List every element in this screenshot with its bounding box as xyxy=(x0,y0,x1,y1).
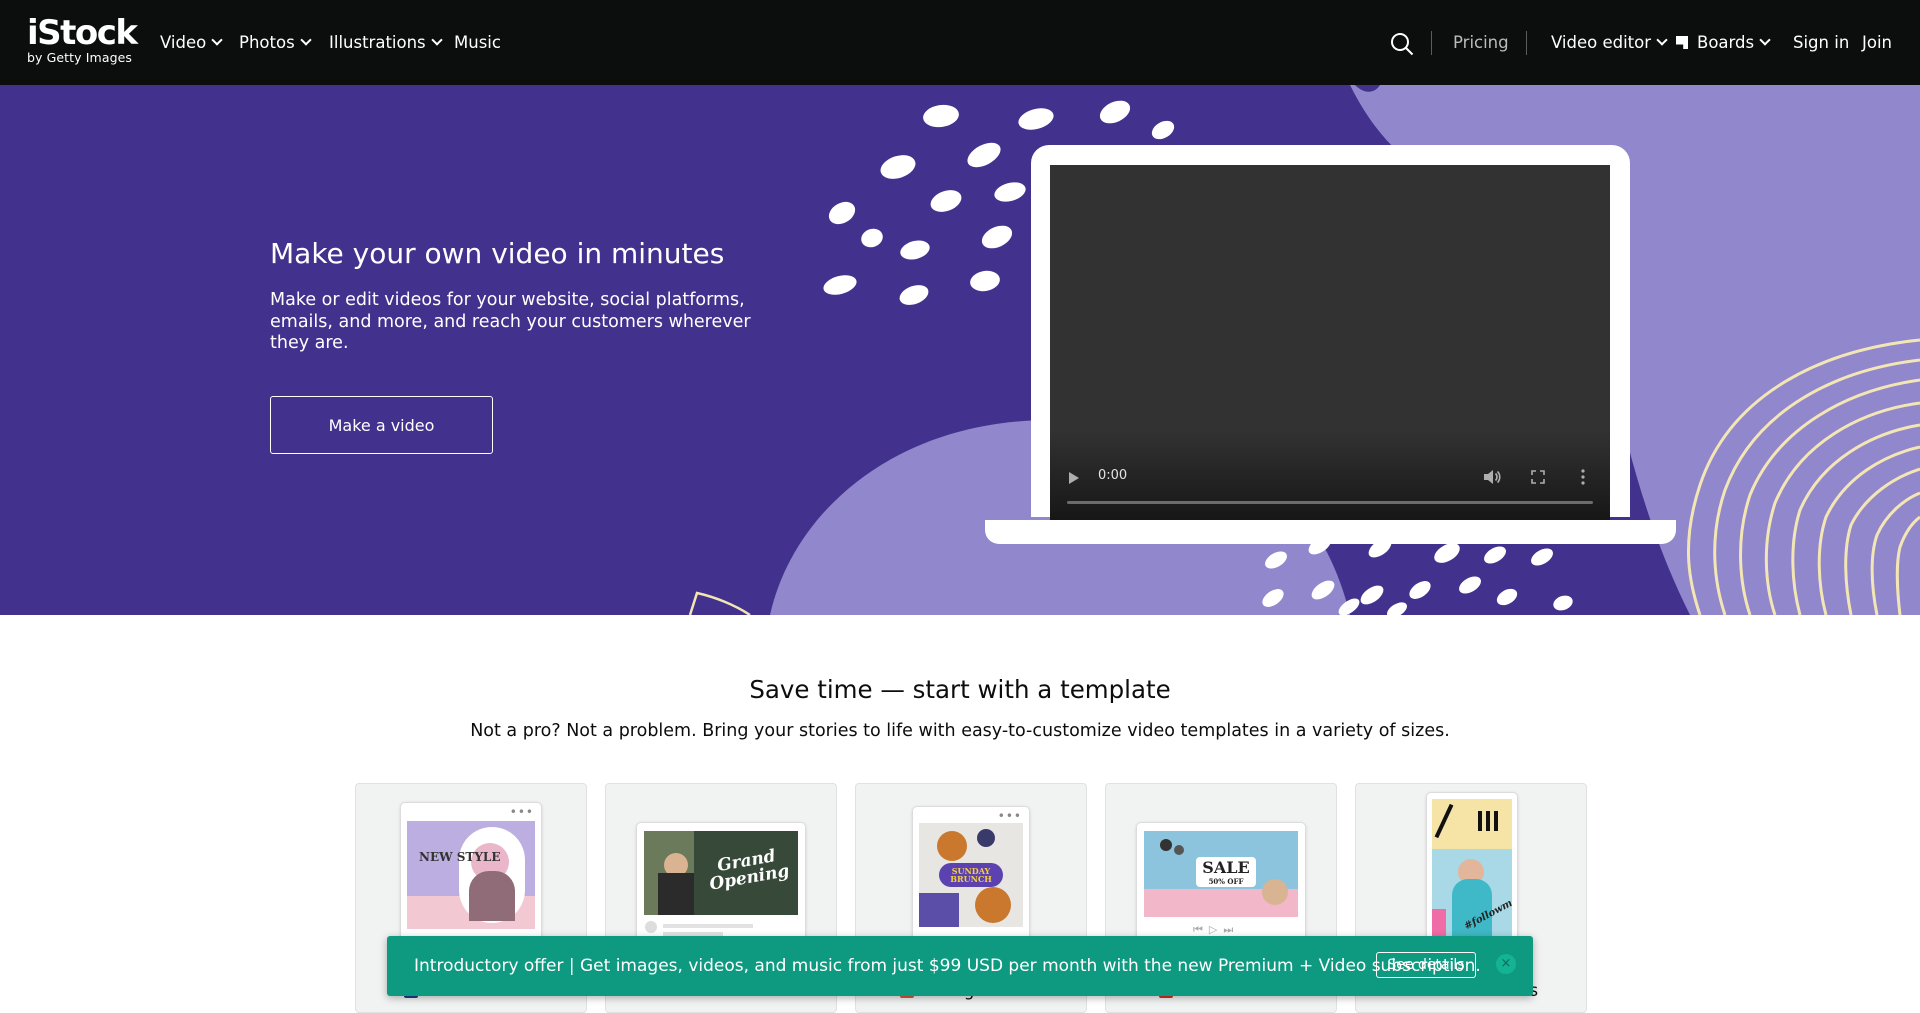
template-thumbnail: ••• NEW STYLE xyxy=(400,802,542,942)
more-dots-icon: ••• xyxy=(997,809,1022,823)
chevron-down-icon xyxy=(1656,34,1668,46)
nav-music[interactable]: Music xyxy=(454,32,501,54)
template-thumbnail: SALE 50% OFF ⏮▷⏭ xyxy=(1136,822,1306,942)
volume-icon[interactable] xyxy=(1483,469,1501,485)
nav-join[interactable]: Join xyxy=(1862,32,1892,54)
chevron-down-icon xyxy=(300,34,312,46)
template-thumbnail: ••• SUNDAY BRUNCH xyxy=(912,806,1030,942)
search-icon[interactable] xyxy=(1390,32,1414,56)
video-controls-bar xyxy=(1050,430,1610,520)
hero-title: Make your own video in minutes xyxy=(270,237,725,270)
see-details-button[interactable]: See details xyxy=(1376,952,1476,978)
nav-video-editor[interactable]: Video editor xyxy=(1551,32,1668,54)
make-a-video-button[interactable]: Make a video xyxy=(270,396,493,454)
more-options-icon[interactable] xyxy=(1581,469,1585,485)
video-player[interactable]: 0:00 xyxy=(1050,165,1610,520)
boards-icon xyxy=(1676,36,1688,49)
templates-subtitle: Not a pro? Not a problem. Bring your sto… xyxy=(470,721,1450,741)
nav-boards[interactable]: Boards xyxy=(1676,32,1771,54)
chevron-down-icon xyxy=(211,34,223,46)
nav-sign-in[interactable]: Sign in xyxy=(1793,32,1849,54)
templates-title: Save time — start with a template xyxy=(749,675,1171,704)
thumb-text: SUNDAY BRUNCH xyxy=(950,866,992,884)
chevron-down-icon xyxy=(430,34,443,46)
nav-divider xyxy=(1431,31,1432,55)
nav-divider xyxy=(1526,31,1527,55)
hero-section: Make your own video in minutes Make or e… xyxy=(0,85,1920,615)
more-dots-icon: ••• xyxy=(509,805,534,819)
nav-video[interactable]: Video xyxy=(160,32,223,54)
laptop-base xyxy=(985,520,1676,544)
template-thumbnail: #followme xyxy=(1426,792,1518,942)
nav-illustrations[interactable]: Illustrations xyxy=(329,32,443,54)
logo-wordmark: iStock xyxy=(27,13,138,53)
nav-photos[interactable]: Photos xyxy=(239,32,312,54)
thumb-text: Grand Opening xyxy=(707,846,791,895)
nav-music-label: Music xyxy=(454,33,501,52)
nav-video-editor-label: Video editor xyxy=(1551,33,1652,52)
chevron-down-icon xyxy=(1759,34,1771,46)
istock-logo[interactable]: iStock by Getty Images xyxy=(27,13,138,65)
nav-pricing[interactable]: Pricing xyxy=(1453,32,1509,54)
logo-tagline: by Getty Images xyxy=(27,50,133,65)
nav-video-label: Video xyxy=(160,33,207,52)
media-controls-icon: ⏮▷⏭ xyxy=(1193,923,1240,936)
hero-description: Make or edit videos for your website, so… xyxy=(270,290,751,353)
thumb-text: SALE xyxy=(1202,858,1250,877)
fullscreen-icon[interactable] xyxy=(1531,470,1545,484)
intro-offer-banner: Introductory offer | Get images, videos,… xyxy=(387,936,1533,996)
nav-illustrations-label: Illustrations xyxy=(329,33,426,52)
banner-text: Introductory offer | Get images, videos,… xyxy=(414,956,1481,976)
thumb-text: NEW STYLE xyxy=(419,850,501,864)
template-thumbnail: Grand Opening xyxy=(636,822,806,942)
close-icon[interactable]: × xyxy=(1496,954,1516,974)
thumb-subtext: 50% OFF xyxy=(1208,877,1244,886)
nav-boards-label: Boards xyxy=(1697,33,1755,52)
top-nav: iStock by Getty Images Video Photos Illu… xyxy=(0,0,1920,85)
video-progress-track[interactable] xyxy=(1067,501,1593,504)
video-time: 0:00 xyxy=(1098,468,1128,483)
play-icon[interactable] xyxy=(1069,472,1079,484)
nav-photos-label: Photos xyxy=(239,33,295,52)
